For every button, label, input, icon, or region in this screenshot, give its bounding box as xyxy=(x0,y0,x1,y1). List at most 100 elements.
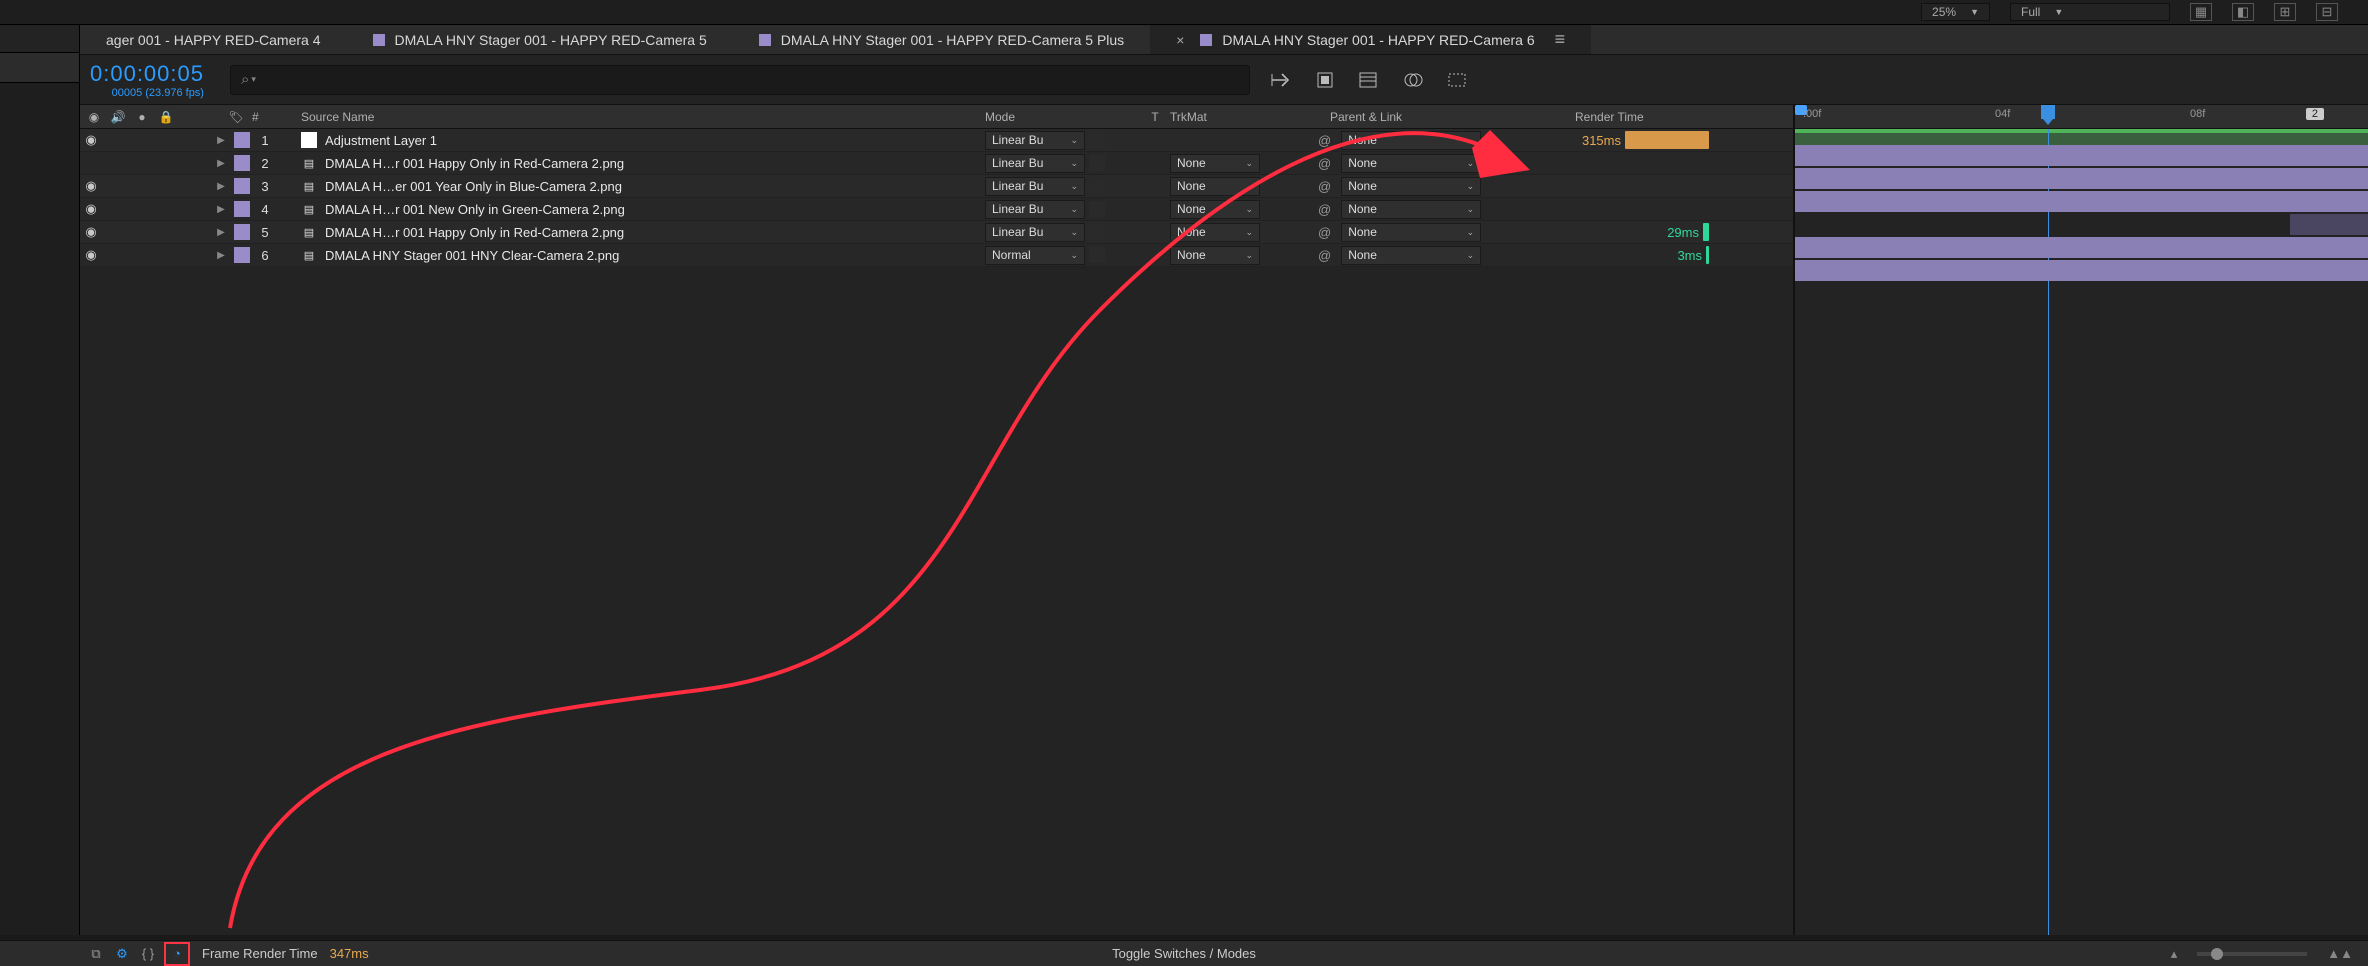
visibility-toggle[interactable]: ◉ xyxy=(80,247,102,263)
zoom-out-icon[interactable]: ▴ xyxy=(2171,946,2178,962)
pickwhip-icon[interactable]: @ xyxy=(1318,156,1331,171)
brackets-icon[interactable]: { } xyxy=(138,945,158,963)
layer-row[interactable]: ◉▶3▤DMALA H…er 001 Year Only in Blue-Cam… xyxy=(80,175,1793,198)
layer-bar[interactable] xyxy=(1795,260,2368,281)
parent-dropdown[interactable]: None⌄ xyxy=(1341,154,1481,173)
label-color-chip[interactable] xyxy=(234,201,250,217)
viewer-icon-3[interactable]: ⊞ xyxy=(2274,3,2296,21)
trkmat-dropdown[interactable]: None⌄ xyxy=(1170,200,1260,219)
layer-bar[interactable] xyxy=(2290,214,2368,235)
composition-tab[interactable]: ager 001 - HAPPY RED-Camera 4 xyxy=(80,25,347,54)
twirl-icon[interactable]: ▶ xyxy=(212,135,230,146)
preserve-transparency-toggle[interactable] xyxy=(1089,155,1105,171)
motion-blur-icon[interactable] xyxy=(1444,67,1470,93)
label-color-chip[interactable] xyxy=(234,247,250,263)
twirl-icon[interactable]: ▶ xyxy=(212,204,230,215)
label-color-chip[interactable] xyxy=(234,155,250,171)
layer-row[interactable]: ▶2▤DMALA H…r 001 Happy Only in Red-Camer… xyxy=(80,152,1793,175)
blend-mode-dropdown[interactable]: Linear Bu⌄ xyxy=(985,223,1085,242)
comp-flowchart-icon[interactable] xyxy=(1268,67,1294,93)
trkmat-dropdown[interactable]: None⌄ xyxy=(1170,223,1260,242)
viewer-icon-4[interactable]: ⊟ xyxy=(2316,3,2338,21)
current-timecode[interactable]: 0:00:00:05 xyxy=(90,61,204,87)
render-time-toggle-icon[interactable]: ◔ xyxy=(167,945,187,963)
trkmat-dropdown[interactable]: None⌄ xyxy=(1170,154,1260,173)
layer-bar[interactable] xyxy=(1795,145,2368,166)
panel-menu-icon[interactable]: ≡ xyxy=(1555,29,1566,50)
composition-tab[interactable]: DMALA HNY Stager 001 - HAPPY RED-Camera … xyxy=(733,25,1150,54)
blend-mode-dropdown[interactable]: Linear Bu⌄ xyxy=(985,131,1085,150)
blend-mode-dropdown[interactable]: Linear Bu⌄ xyxy=(985,154,1085,173)
close-icon[interactable]: × xyxy=(1176,32,1184,48)
toggle-modes-icon[interactable]: ⚙ xyxy=(112,945,132,963)
pickwhip-icon[interactable]: @ xyxy=(1318,179,1331,194)
trkmat-column-header[interactable]: TrkMat xyxy=(1170,110,1310,124)
trkmat-dropdown[interactable]: None⌄ xyxy=(1170,246,1260,265)
toggle-switches-icon[interactable]: ⧉ xyxy=(86,945,106,963)
render-time-column-header[interactable]: Render Time xyxy=(1555,110,1715,124)
frame-blend-icon[interactable] xyxy=(1400,67,1426,93)
parent-dropdown[interactable]: None⌄ xyxy=(1341,131,1481,150)
visibility-toggle[interactable]: ◉ xyxy=(80,132,102,148)
pickwhip-icon[interactable]: @ xyxy=(1318,133,1331,148)
trkmat-dropdown[interactable]: None⌄ xyxy=(1170,177,1260,196)
preserve-transparency-toggle[interactable] xyxy=(1089,201,1105,217)
parent-dropdown[interactable]: None⌄ xyxy=(1341,200,1481,219)
current-time-indicator-head[interactable] xyxy=(2041,105,2055,119)
timeline-tracks-area[interactable] xyxy=(1795,129,2368,935)
visibility-toggle[interactable]: ◉ xyxy=(80,224,102,240)
parent-dropdown[interactable]: None⌄ xyxy=(1341,246,1481,265)
visibility-toggle[interactable]: ◉ xyxy=(80,201,102,217)
pickwhip-icon[interactable]: @ xyxy=(1318,225,1331,240)
layer-bar[interactable] xyxy=(1795,191,2368,212)
parent-dropdown[interactable]: None⌄ xyxy=(1341,177,1481,196)
video-column-icon[interactable]: ◉ xyxy=(86,109,102,125)
zoom-dropdown[interactable]: 25%▼ xyxy=(1921,3,1990,21)
viewer-icon-1[interactable]: ▦ xyxy=(2190,3,2212,21)
zoom-in-icon[interactable]: ▲▲ xyxy=(2327,946,2353,961)
twirl-icon[interactable]: ▶ xyxy=(212,227,230,238)
source-name-column-header[interactable]: Source Name xyxy=(295,110,985,124)
solo-column-icon[interactable]: ● xyxy=(134,109,150,125)
t-column-header[interactable]: T xyxy=(1140,110,1170,124)
parent-column-header[interactable]: Parent & Link xyxy=(1310,110,1555,124)
layer-row[interactable]: ◉▶4▤DMALA H…r 001 New Only in Green-Came… xyxy=(80,198,1793,221)
layer-row[interactable]: ◉▶6▤DMALA HNY Stager 001 HNY Clear-Camer… xyxy=(80,244,1793,267)
composition-marker[interactable]: 2 xyxy=(2306,108,2324,120)
draft3d-icon[interactable] xyxy=(1312,67,1338,93)
label-color-chip[interactable] xyxy=(234,178,250,194)
layer-bar[interactable] xyxy=(1795,168,2368,189)
layer-name[interactable]: DMALA H…er 001 Year Only in Blue-Camera … xyxy=(325,179,622,194)
preserve-transparency-toggle[interactable] xyxy=(1089,132,1105,148)
layer-name[interactable]: DMALA H…r 001 New Only in Green-Camera 2… xyxy=(325,202,625,217)
blend-mode-dropdown[interactable]: Linear Bu⌄ xyxy=(985,177,1085,196)
layer-bar[interactable] xyxy=(1795,237,2368,258)
time-ruler[interactable]: 2 :00f04f08f12f xyxy=(1795,105,2368,129)
label-color-chip[interactable] xyxy=(234,224,250,240)
twirl-icon[interactable]: ▶ xyxy=(212,158,230,169)
layer-row[interactable]: ◉▶5▤DMALA H…r 001 Happy Only in Red-Came… xyxy=(80,221,1793,244)
composition-tab[interactable]: ×DMALA HNY Stager 001 - HAPPY RED-Camera… xyxy=(1150,25,1591,54)
layer-name[interactable]: DMALA HNY Stager 001 HNY Clear-Camera 2.… xyxy=(325,248,619,263)
preserve-transparency-toggle[interactable] xyxy=(1089,178,1105,194)
audio-column-icon[interactable]: 🔊 xyxy=(110,109,126,125)
pickwhip-icon[interactable]: @ xyxy=(1318,248,1331,263)
timeline-zoom-slider[interactable] xyxy=(2197,952,2307,956)
hides-shy-icon[interactable] xyxy=(1356,67,1382,93)
layer-name[interactable]: DMALA H…r 001 Happy Only in Red-Camera 2… xyxy=(325,225,624,240)
twirl-icon[interactable]: ▶ xyxy=(212,181,230,192)
layer-name[interactable]: Adjustment Layer 1 xyxy=(325,133,437,148)
layer-name[interactable]: DMALA H…r 001 Happy Only in Red-Camera 2… xyxy=(325,156,624,171)
viewer-icon-2[interactable]: ◧ xyxy=(2232,3,2254,21)
lock-column-icon[interactable]: 🔒 xyxy=(158,109,174,125)
visibility-toggle[interactable]: ◉ xyxy=(80,178,102,194)
layer-row[interactable]: ◉▶1Adjustment Layer 1Linear Bu⌄@None⌄315… xyxy=(80,129,1793,152)
resolution-dropdown[interactable]: Full▼ xyxy=(2010,3,2170,21)
mode-column-header[interactable]: Mode xyxy=(985,110,1140,124)
label-color-chip[interactable] xyxy=(234,132,250,148)
layer-search-input[interactable]: ⌕▾ xyxy=(230,65,1250,95)
preserve-transparency-toggle[interactable] xyxy=(1089,224,1105,240)
twirl-icon[interactable]: ▶ xyxy=(212,250,230,261)
toggle-switches-modes-button[interactable]: Toggle Switches / Modes xyxy=(1112,946,1256,961)
parent-dropdown[interactable]: None⌄ xyxy=(1341,223,1481,242)
